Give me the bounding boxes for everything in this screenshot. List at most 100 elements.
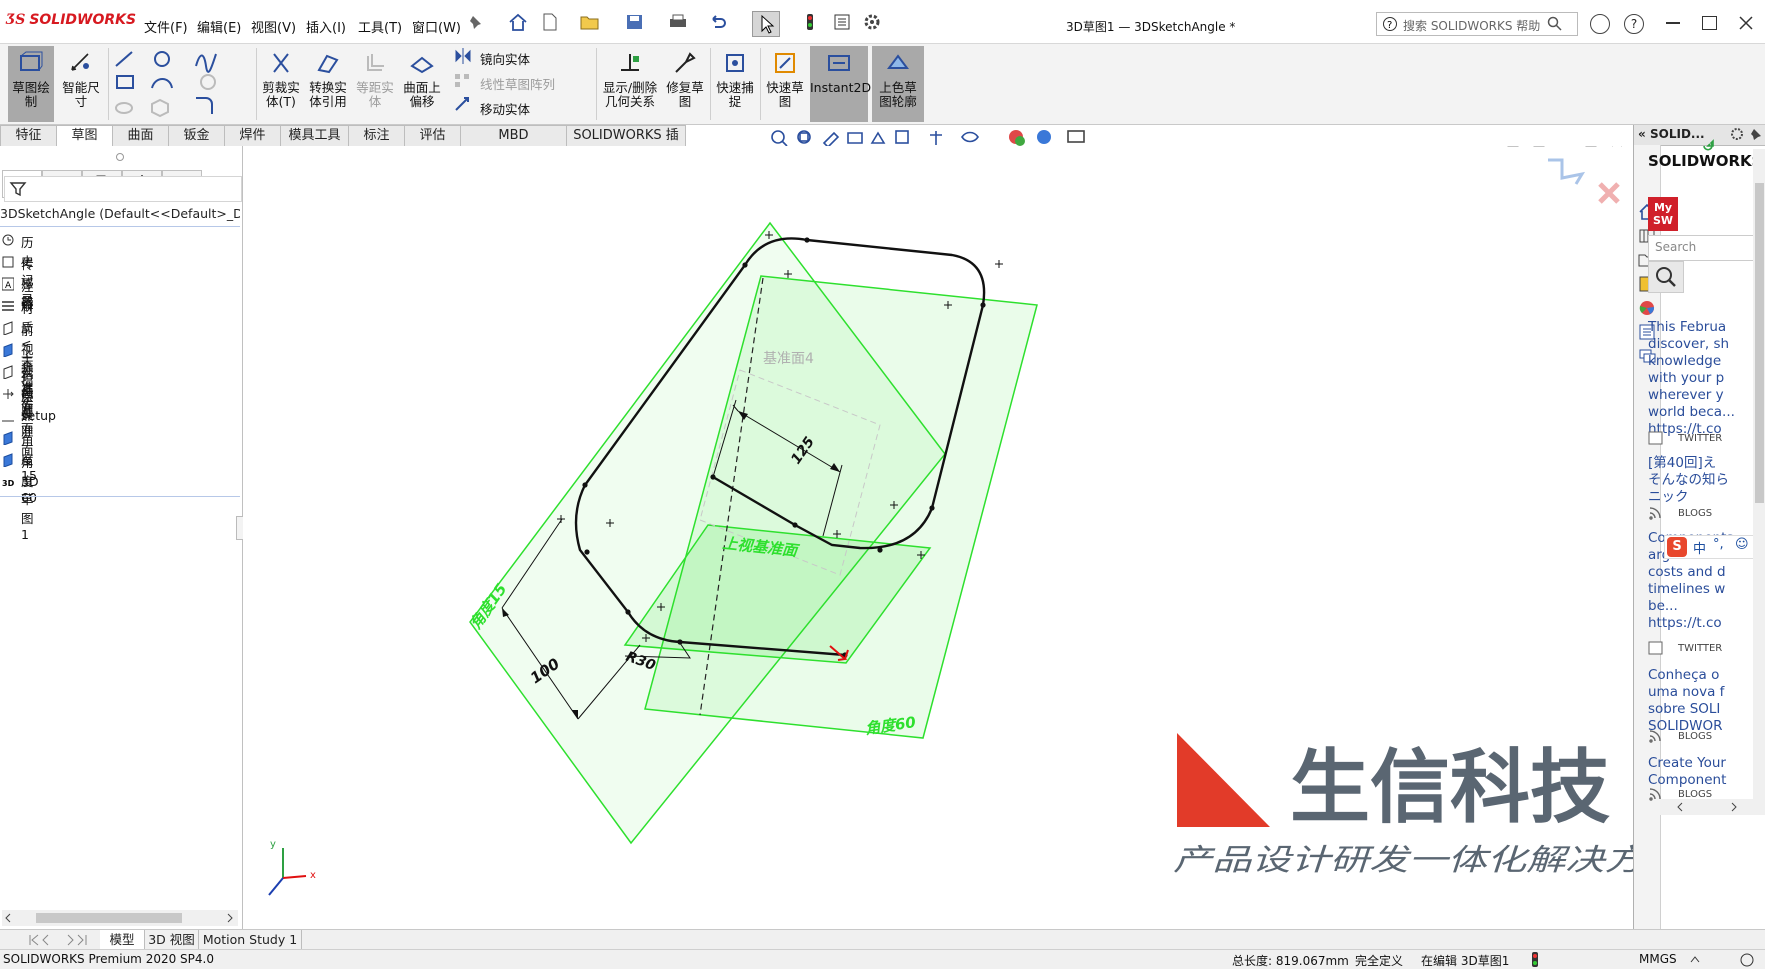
task-pane-horizontal-scrollbar[interactable] (1660, 799, 1765, 815)
account-icon[interactable] (1590, 14, 1610, 34)
appearances-icon[interactable] (1638, 299, 1656, 317)
print-icon[interactable] (668, 13, 688, 31)
shaded-sketch-contours-button[interactable]: 上色草图轮廓 (872, 46, 924, 122)
sketch-button[interactable]: 草图绘制 (8, 46, 54, 122)
status-units[interactable]: MMGS (1639, 952, 1677, 966)
linear-pattern-icon (455, 74, 469, 87)
scroll-left-icon[interactable] (4, 913, 12, 923)
tab-markup[interactable]: 标注 (348, 125, 405, 146)
help-icon[interactable]: ? (1624, 14, 1644, 34)
tab-mbd-dimensions[interactable]: MBD Dimensions (460, 125, 567, 163)
forum-search-input[interactable]: Search (1648, 235, 1762, 261)
forum-search-button[interactable] (1648, 261, 1684, 293)
undo-icon[interactable] (708, 13, 728, 31)
convert-label: 转换实体引用 (309, 80, 347, 109)
panel-grip-icon[interactable] (116, 153, 124, 161)
refresh-icon[interactable] (1702, 138, 1714, 152)
home-icon[interactable] (508, 13, 528, 31)
forum-search-placeholder: Search (1655, 240, 1697, 254)
tab-motion-study[interactable]: Motion Study 1 (199, 930, 302, 949)
quick-snaps-button[interactable]: 快速捕捉 (713, 46, 757, 122)
new-file-icon[interactable] (540, 13, 560, 31)
chevron-up-icon[interactable] (1690, 955, 1700, 963)
my-sw-badge[interactable]: My SW (1648, 197, 1678, 231)
reference-triad: y x (268, 839, 316, 896)
tab-solidworks-addins[interactable]: SOLIDWORKS 插件 (566, 125, 686, 163)
feed-item-text[interactable]: Conheça o uma nova f sobre SOLI SOLIDWOR (1648, 667, 1724, 735)
display-relations-button[interactable]: 显示/删除几何关系 (600, 46, 660, 122)
sketch-entity-tools[interactable] (112, 48, 240, 120)
scrollbar-thumb[interactable] (1755, 183, 1764, 503)
close-icon[interactable] (1738, 15, 1754, 31)
convert-entities-button[interactable]: 转换实体引用 (306, 46, 350, 122)
help-status-icon[interactable] (1740, 953, 1754, 967)
tab-surfaces[interactable]: 曲面 (112, 125, 169, 146)
sketch-label: 草图绘制 (12, 80, 50, 109)
open-file-icon[interactable] (580, 13, 600, 31)
search-icon (1656, 267, 1676, 287)
tab-scroll-arrows-icon[interactable] (26, 933, 92, 947)
tab-weldments[interactable]: 焊件 (224, 125, 281, 146)
offset-icon (367, 54, 384, 71)
menu-insert[interactable]: 插入(I) (306, 17, 346, 36)
tab-sheet-metal[interactable]: 钣金 (168, 125, 225, 146)
command-manager-ribbon: 草图绘制 智能尺寸 剪裁实体(T) 转换实体引用 等距实体 曲面上偏移 镜向实体… (0, 44, 1765, 125)
tab-3d-view[interactable]: 3D 视图 (145, 930, 199, 949)
rebuild-status-icon[interactable] (1530, 952, 1540, 967)
task-pane-pin-icon[interactable] (1750, 127, 1764, 141)
model-tabs-bar: 模型 3D 视图 Motion Study 1 (0, 929, 1765, 950)
offset-on-surface-button[interactable]: 曲面上偏移 (400, 46, 444, 122)
move-entities-button[interactable]: 移动实体 (480, 99, 530, 118)
repair-icon (675, 52, 696, 73)
menu-view[interactable]: 视图(V) (251, 17, 296, 36)
graphics-area[interactable]: 基准面4 上视基准面 角度15 角度60 125 100 R30 y x 生信科… (243, 146, 1633, 929)
pin-icon[interactable] (468, 14, 484, 30)
app-logo[interactable]: ƷS SOLIDWORKS (6, 12, 136, 28)
feed-item-text[interactable]: [第40回]え そんなの知ら ニック (1648, 455, 1729, 506)
feature-tree-root[interactable]: 3DSketchAngle (Default<<Default>_Displ (0, 206, 240, 224)
rebuild-icon[interactable] (800, 13, 820, 31)
model-view[interactable]: 基准面4 上视基准面 角度15 角度60 125 100 R30 y x 生信科… (243, 146, 1633, 929)
scrollbar-thumb[interactable] (36, 913, 182, 923)
select-button[interactable] (752, 11, 780, 37)
search-icon[interactable] (1547, 16, 1563, 32)
offset-entities-button[interactable]: 等距实体 (353, 46, 397, 122)
tab-sketch[interactable]: 草图 (56, 125, 113, 146)
tab-features[interactable]: 特征 (0, 125, 57, 146)
ime-toolbar[interactable]: S 中 °, ☺ (1664, 535, 1765, 559)
tab-evaluate[interactable]: 评估 (404, 125, 461, 146)
smart-dimension-button[interactable]: 智能尺寸 (58, 46, 104, 122)
trim-entities-button[interactable]: 剪裁实体(T) (259, 46, 303, 122)
file-properties-icon[interactable] (832, 13, 852, 31)
menu-file[interactable]: 文件(F) (144, 17, 188, 36)
tree-horizontal-scrollbar[interactable] (2, 910, 238, 926)
repair-sketch-button[interactable]: 修复草图 (663, 46, 707, 122)
mirror-entities-button[interactable]: 镜向实体 (480, 49, 530, 68)
plane-icon (3, 343, 13, 357)
scroll-left-icon[interactable] (1676, 802, 1684, 812)
instant2d-button[interactable]: Instant2D (810, 46, 871, 122)
options-gear-icon[interactable] (862, 13, 882, 31)
menu-edit[interactable]: 编辑(E) (197, 17, 241, 36)
maximize-icon[interactable] (1702, 16, 1717, 30)
rapid-sketch-button[interactable]: 快速草图 (763, 46, 807, 122)
ribbon-separator (256, 48, 257, 120)
menu-window[interactable]: 窗口(W) (412, 17, 461, 36)
rapid-sketch-label: 快速草图 (766, 80, 804, 109)
tree-filter-input[interactable] (4, 176, 242, 202)
task-pane-title: SOLID... (1650, 127, 1705, 141)
scroll-right-icon[interactable] (1730, 802, 1738, 812)
feed-item-text[interactable]: Create Your Component (1648, 755, 1726, 789)
menu-tools[interactable]: 工具(T) (358, 17, 402, 36)
help-search-input[interactable]: ? 搜索 SOLIDWORKS 帮助 (1376, 12, 1578, 36)
tab-model[interactable]: 模型 (100, 930, 145, 949)
save-icon[interactable] (625, 13, 645, 31)
linear-pattern-button[interactable]: 线性草图阵列 (480, 74, 555, 93)
minimize-icon[interactable] (1666, 22, 1680, 24)
task-pane-collapse-icon[interactable]: « (1638, 127, 1646, 141)
feed-item-text[interactable]: This Februa discover, sh knowledge with … (1648, 319, 1735, 438)
tab-mold-tools[interactable]: 模具工具 (280, 125, 349, 146)
scroll-right-icon[interactable] (226, 913, 234, 923)
task-pane-options-icon[interactable] (1730, 127, 1744, 141)
task-pane-vertical-scrollbar[interactable] (1753, 149, 1765, 799)
